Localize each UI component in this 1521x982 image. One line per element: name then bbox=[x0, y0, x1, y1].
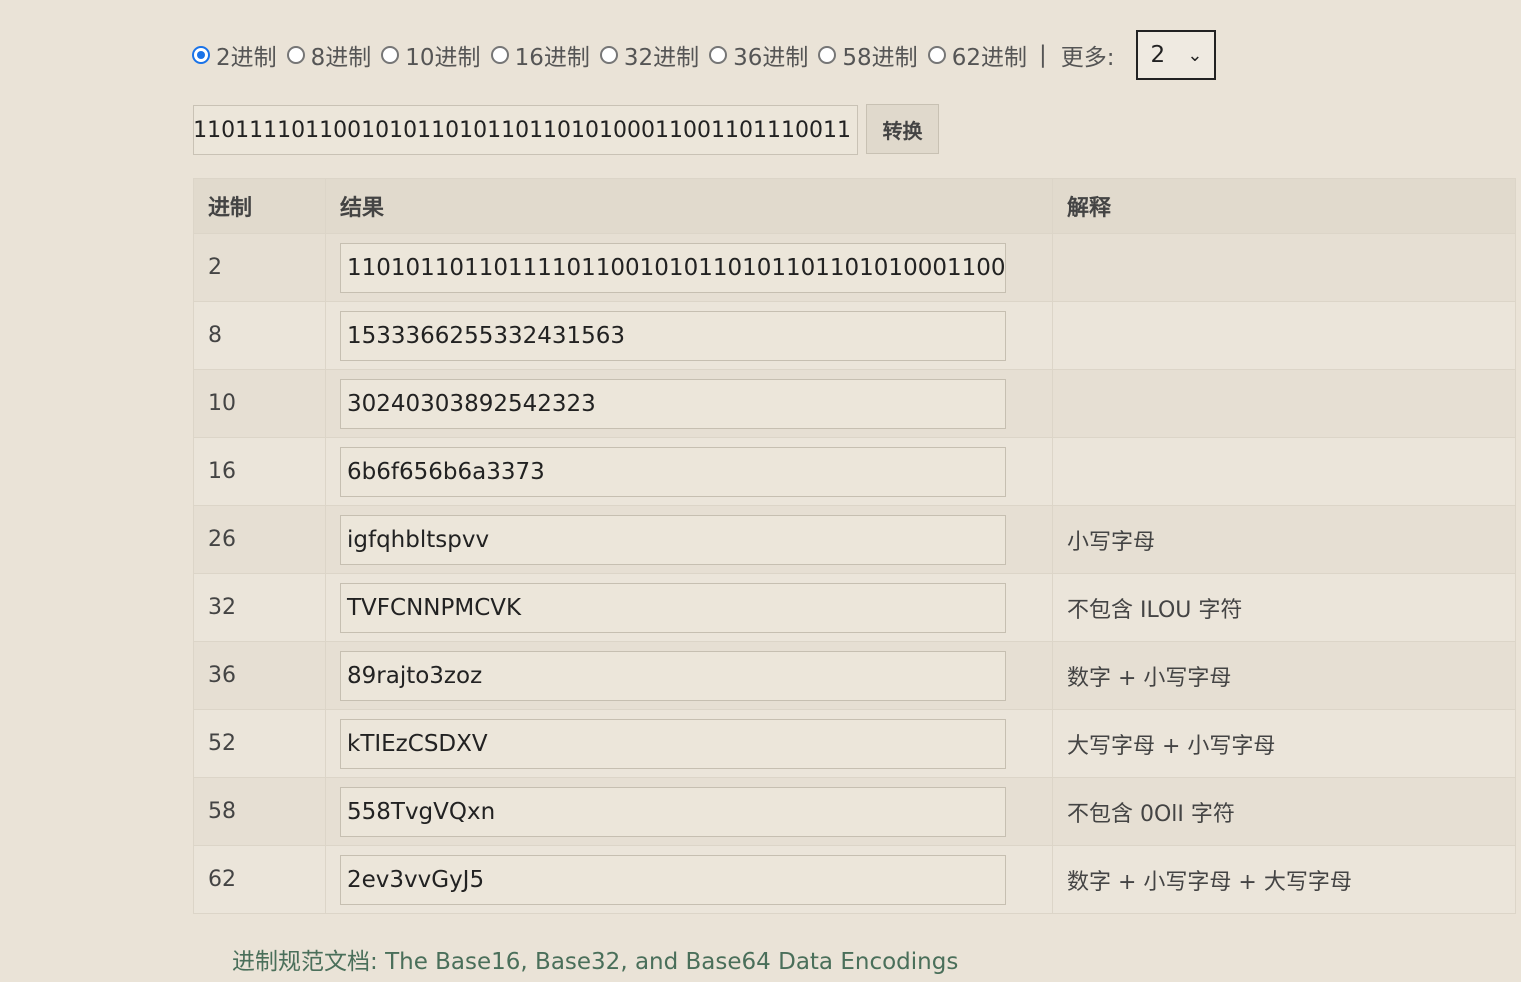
radio-label: 8进制 bbox=[310, 45, 372, 71]
spec-doc-link[interactable]: The Base16, Base32, and Base64 Data Enco… bbox=[385, 949, 958, 975]
cell-result: igfqhbltspvv bbox=[325, 505, 1053, 574]
cell-result: TVFCNNPMCVK bbox=[325, 573, 1053, 642]
cell-base: 8 bbox=[193, 301, 326, 370]
cell-explanation: 不包含 ILOU 字符 bbox=[1052, 573, 1516, 642]
convert-button[interactable]: 转换 bbox=[866, 104, 939, 154]
radio-label: 10进制 bbox=[405, 45, 481, 71]
radio-label: 36进制 bbox=[733, 45, 809, 71]
result-field[interactable]: igfqhbltspvv bbox=[340, 514, 1006, 565]
table-row: 62 2ev3vvGyJ5 数字 + 小写字母 + 大写字母 bbox=[193, 845, 1516, 914]
cell-explanation: 数字 + 小写字母 bbox=[1052, 641, 1516, 710]
spec-doc-footer: 进制规范文档: The Base16, Base32, and Base64 D… bbox=[232, 942, 958, 976]
cell-base: 2 bbox=[193, 233, 326, 302]
table-row: 32 TVFCNNPMCVK 不包含 ILOU 字符 bbox=[193, 573, 1516, 642]
radio-label: 16进制 bbox=[514, 45, 590, 71]
cell-result: kTIEzCSDXV bbox=[325, 709, 1053, 778]
cell-result: 2ev3vvGyJ5 bbox=[325, 845, 1053, 914]
number-input[interactable]: 1101011011011110110010101101011011010100… bbox=[193, 105, 858, 155]
cell-explanation: 小写字母 bbox=[1052, 505, 1516, 574]
radio-button[interactable] bbox=[709, 46, 728, 64]
cell-base: 26 bbox=[193, 505, 326, 574]
header-result: 结果 bbox=[325, 178, 1053, 234]
radio-base-58[interactable]: 58进制 bbox=[818, 38, 918, 72]
cell-base: 58 bbox=[193, 777, 326, 846]
result-field[interactable]: 2ev3vvGyJ5 bbox=[340, 854, 1006, 905]
more-label: 更多: bbox=[1060, 45, 1115, 71]
cell-explanation: 数字 + 小写字母 + 大写字母 bbox=[1052, 845, 1516, 914]
radio-label: 58进制 bbox=[842, 45, 918, 71]
radio-base-36[interactable]: 36进制 bbox=[709, 38, 808, 72]
result-field[interactable]: 30240303892542323 bbox=[340, 378, 1006, 429]
radio-button[interactable] bbox=[381, 46, 400, 64]
cell-explanation bbox=[1052, 301, 1516, 370]
base-radio-group: 2进制 8进制 10进制 16进制 32进制 36进制 58进制 62进制 | … bbox=[192, 30, 1217, 80]
radio-button[interactable] bbox=[599, 46, 618, 64]
select-value: 2 bbox=[1150, 42, 1166, 68]
result-field[interactable]: kTIEzCSDXV bbox=[340, 718, 1006, 769]
result-field[interactable]: 1101011011011110110010101101011011010100… bbox=[340, 242, 1006, 293]
cell-explanation: 不包含 0OlI 字符 bbox=[1052, 777, 1516, 846]
separator: | bbox=[1038, 42, 1047, 68]
cell-base: 32 bbox=[193, 573, 326, 642]
cell-result: 1533366255332431563 bbox=[325, 301, 1053, 370]
cell-explanation bbox=[1052, 233, 1516, 302]
radio-base-10[interactable]: 10进制 bbox=[381, 38, 481, 72]
cell-result: 558TvgVQxn bbox=[325, 777, 1053, 846]
table-row: 16 6b6f656b6a3373 bbox=[193, 437, 1516, 506]
result-field[interactable]: 558TvgVQxn bbox=[340, 786, 1006, 837]
cell-result: 1101011011011110110010101101011011010100… bbox=[325, 233, 1053, 302]
header-base: 进制 bbox=[193, 178, 326, 234]
spec-doc-label: 进制规范文档: bbox=[232, 949, 378, 975]
radio-button[interactable] bbox=[286, 46, 305, 64]
cell-result: 30240303892542323 bbox=[325, 369, 1053, 438]
radio-label: 2进制 bbox=[216, 45, 277, 71]
radio-button[interactable] bbox=[927, 46, 946, 64]
result-field[interactable]: 89rajto3zoz bbox=[340, 650, 1006, 701]
table-row: 2 11010110110111101100101011010110110101… bbox=[193, 233, 1516, 302]
cell-result: 6b6f656b6a3373 bbox=[325, 437, 1053, 506]
cell-base: 10 bbox=[193, 369, 326, 438]
header-explanation: 解释 bbox=[1052, 178, 1516, 234]
table-row: 58 558TvgVQxn 不包含 0OlI 字符 bbox=[193, 777, 1516, 846]
result-field[interactable]: 1533366255332431563 bbox=[340, 310, 1006, 361]
cell-base: 52 bbox=[193, 709, 326, 778]
table-header-row: 进制 结果 解释 bbox=[193, 178, 1516, 234]
table-row: 26 igfqhbltspvv 小写字母 bbox=[193, 505, 1516, 574]
table-row: 8 1533366255332431563 bbox=[193, 301, 1516, 370]
cell-explanation: 大写字母 + 小写字母 bbox=[1052, 709, 1516, 778]
number-input-value: 1101011011011110110010101101011011010100… bbox=[193, 117, 851, 143]
radio-label: 62进制 bbox=[951, 45, 1027, 71]
radio-base-62[interactable]: 62进制 bbox=[927, 38, 1027, 72]
table-row: 10 30240303892542323 bbox=[193, 369, 1516, 438]
cell-base: 62 bbox=[193, 845, 326, 914]
radio-base-8[interactable]: 8进制 bbox=[286, 38, 372, 72]
radio-base-2[interactable]: 2进制 bbox=[192, 38, 277, 72]
radio-label: 32进制 bbox=[623, 45, 700, 71]
results-table: 进制 结果 解释 2 11010110110111101100101011010… bbox=[193, 178, 1516, 914]
cell-explanation bbox=[1052, 437, 1516, 506]
table-row: 36 89rajto3zoz 数字 + 小写字母 bbox=[193, 641, 1516, 710]
more-base-select[interactable]: 2 ⌄ bbox=[1136, 30, 1217, 80]
cell-result: 89rajto3zoz bbox=[325, 641, 1053, 710]
radio-base-16[interactable]: 16进制 bbox=[490, 38, 590, 72]
table-row: 52 kTIEzCSDXV 大写字母 + 小写字母 bbox=[193, 709, 1516, 778]
cell-explanation bbox=[1052, 369, 1516, 438]
radio-base-32[interactable]: 32进制 bbox=[599, 38, 700, 72]
cell-base: 36 bbox=[193, 641, 326, 710]
radio-button[interactable] bbox=[192, 46, 210, 64]
result-field[interactable]: TVFCNNPMCVK bbox=[340, 582, 1006, 633]
radio-button[interactable] bbox=[818, 46, 837, 64]
chevron-down-icon: ⌄ bbox=[1187, 44, 1203, 66]
radio-button[interactable] bbox=[490, 46, 509, 64]
cell-base: 16 bbox=[193, 437, 326, 506]
result-field[interactable]: 6b6f656b6a3373 bbox=[340, 446, 1006, 497]
